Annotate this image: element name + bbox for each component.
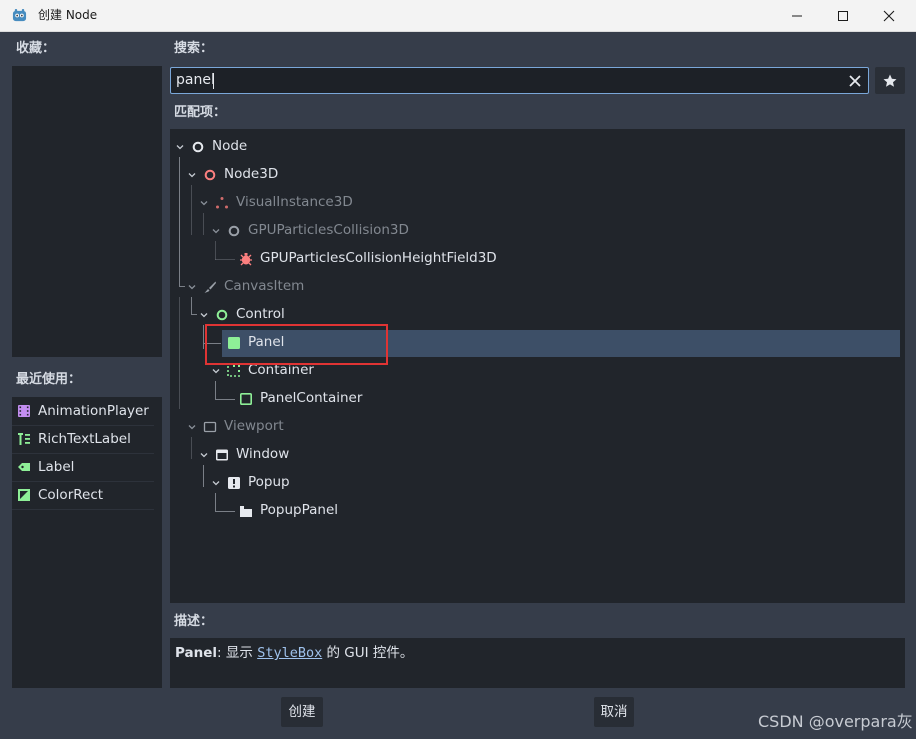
create-node-dialog: 创建 Node 收藏： 最近使用： AnimationPlayer RichTe…	[0, 0, 916, 739]
canvas-item-icon	[204, 281, 216, 293]
description-node-name: Panel	[175, 645, 218, 661]
description-suffix: 的 GUI 控件。	[322, 645, 414, 661]
chevron-down-icon[interactable]	[199, 198, 209, 208]
container-icon	[227, 365, 240, 377]
tree-item-node[interactable]: Node	[170, 133, 905, 161]
search-value: panel	[176, 72, 215, 88]
tree-item-label: Node	[212, 138, 248, 154]
stylebox-link[interactable]: StyleBox	[257, 645, 322, 661]
recent-item-label: AnimationPlayer	[38, 403, 149, 419]
recent-item-label: Label	[38, 459, 75, 475]
tree-item-label: Node3D	[224, 166, 279, 182]
chevron-down-icon[interactable]	[211, 478, 221, 488]
chevron-down-icon[interactable]	[199, 450, 209, 460]
tree-item-visualinstance3d[interactable]: VisualInstance3D	[170, 189, 905, 217]
window-icon	[216, 449, 228, 461]
close-button[interactable]	[866, 0, 912, 31]
tree-item-label: CanvasItem	[224, 278, 305, 294]
tree-item-popup[interactable]: Popup	[170, 469, 905, 497]
maximize-icon	[838, 11, 848, 21]
description-prefix: : 显示	[217, 645, 258, 661]
description-label: 描述：	[174, 614, 214, 629]
description-text: Panel: 显示 StyleBox 的 GUI 控件。	[175, 645, 413, 662]
highlight-box	[205, 324, 388, 365]
favorites-label: 收藏：	[16, 41, 56, 56]
chevron-down-icon[interactable]	[211, 366, 221, 376]
tree-item-label: Control	[236, 306, 285, 322]
chevron-down-icon[interactable]	[211, 226, 221, 236]
control-icon	[216, 309, 228, 321]
viewport-icon	[203, 421, 217, 433]
animation-player-icon	[18, 405, 30, 417]
watermark: CSDN @overpara灰	[758, 712, 913, 731]
close-icon	[883, 10, 895, 22]
gpu-particles-collision3d-icon	[228, 225, 240, 237]
tree-item-label: Viewport	[224, 418, 284, 434]
node3d-icon	[204, 169, 216, 181]
chevron-down-icon[interactable]	[187, 282, 197, 292]
recent-item-label: ColorRect	[38, 487, 104, 503]
recent-item-animationplayer[interactable]: AnimationPlayer	[12, 398, 154, 426]
tree-item-node3d[interactable]: Node3D	[170, 161, 905, 189]
recent-item-colorrect[interactable]: ColorRect	[12, 482, 154, 510]
description-panel: Panel: 显示 StyleBox 的 GUI 控件。	[170, 638, 905, 688]
chevron-down-icon[interactable]	[187, 170, 197, 180]
tree-item-window[interactable]: Window	[170, 441, 905, 469]
label-icon	[18, 463, 30, 471]
search-input[interactable]: panel	[170, 67, 869, 94]
recent-label: 最近使用：	[16, 372, 82, 387]
search-label: 搜索：	[174, 41, 214, 56]
tree-item-panelcontainer[interactable]: PanelContainer	[170, 385, 905, 413]
recent-item-richtextlabel[interactable]: RichTextLabel	[12, 426, 154, 454]
gpu-particles-collision-heightfield3d-icon	[240, 253, 252, 266]
cancel-button[interactable]: 取消	[594, 697, 634, 727]
popup-icon	[228, 477, 240, 489]
tree-item-label: VisualInstance3D	[236, 194, 353, 210]
tree-item-gpuparticlescollision3d[interactable]: GPUParticlesCollision3D	[170, 217, 905, 245]
rich-text-label-icon	[18, 433, 30, 445]
matches-label: 匹配项：	[174, 105, 227, 120]
favorite-button[interactable]	[875, 67, 905, 94]
window-title: 创建 Node	[38, 8, 98, 22]
tree-item-label: GPUParticlesCollision3D	[248, 222, 409, 238]
recent-item-label[interactable]: Label	[12, 454, 154, 482]
godot-app-icon	[12, 8, 27, 22]
minimize-icon	[792, 15, 802, 17]
panel-container-icon	[239, 392, 252, 405]
tree-item-gpuparticlescollisionheightfield3d[interactable]: GPUParticlesCollisionHeightField3D	[170, 245, 905, 273]
tree-item-canvasitem[interactable]: CanvasItem	[170, 273, 905, 301]
star-icon	[883, 74, 897, 87]
matches-tree[interactable]: Node Node3D VisualInstance3D GPUParticle…	[170, 129, 905, 603]
node-icon	[192, 141, 204, 153]
popup-panel-icon	[240, 506, 252, 517]
tree-item-label: Popup	[248, 474, 290, 490]
chevron-down-icon[interactable]	[199, 310, 209, 320]
color-rect-icon	[18, 489, 30, 501]
tree-item-label: PopupPanel	[260, 502, 339, 518]
tree-item-popuppanel[interactable]: PopupPanel	[170, 497, 905, 525]
recent-item-label: RichTextLabel	[38, 431, 131, 447]
tree-item-label: PanelContainer	[260, 390, 363, 406]
tree-item-label: GPUParticlesCollisionHeightField3D	[260, 250, 497, 266]
favorites-list[interactable]	[12, 66, 162, 357]
maximize-button[interactable]	[820, 0, 866, 31]
chevron-down-icon[interactable]	[187, 422, 197, 432]
clear-search-icon[interactable]	[848, 74, 862, 88]
minimize-button[interactable]	[774, 0, 820, 31]
visual-instance3d-icon	[216, 197, 228, 209]
tree-item-viewport[interactable]: Viewport	[170, 413, 905, 441]
title-bar[interactable]: 创建 Node	[0, 0, 916, 32]
create-button[interactable]: 创建	[281, 697, 323, 727]
text-caret	[213, 73, 214, 89]
chevron-down-icon[interactable]	[175, 142, 185, 152]
tree-item-label: Window	[236, 446, 290, 462]
